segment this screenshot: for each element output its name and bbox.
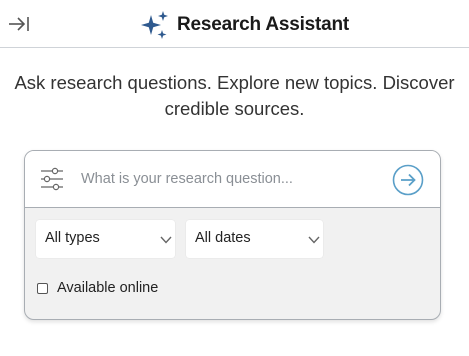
sliders-icon[interactable]: [40, 167, 64, 191]
search-card: All types All dates Available online: [24, 150, 441, 320]
search-input[interactable]: [79, 165, 383, 193]
type-select[interactable]: All types: [36, 220, 175, 258]
available-online-checkbox[interactable]: [37, 282, 48, 294]
arrow-right-circle-icon[interactable]: [392, 164, 424, 196]
type-select-value: All types: [45, 230, 100, 246]
collapse-panel-icon: [9, 17, 29, 31]
brand: Research Assistant: [138, 9, 349, 41]
research-assistant-panel: Research Assistant Ask research question…: [0, 0, 469, 356]
date-select[interactable]: All dates: [186, 220, 323, 258]
chevron-down-icon: [160, 236, 172, 244]
intro-text: Ask research questions. Explore new topi…: [14, 72, 455, 119]
chevron-down-icon: [308, 236, 320, 244]
header: Research Assistant: [0, 0, 469, 48]
search-row: [25, 151, 440, 208]
page-title: Research Assistant: [177, 14, 350, 35]
date-select-value: All dates: [195, 230, 251, 246]
collapse-panel-button[interactable]: [6, 12, 32, 36]
available-online-label[interactable]: Available online: [57, 280, 158, 296]
available-online-option: Available online: [37, 278, 158, 298]
sparkle-icon: [141, 11, 168, 39]
